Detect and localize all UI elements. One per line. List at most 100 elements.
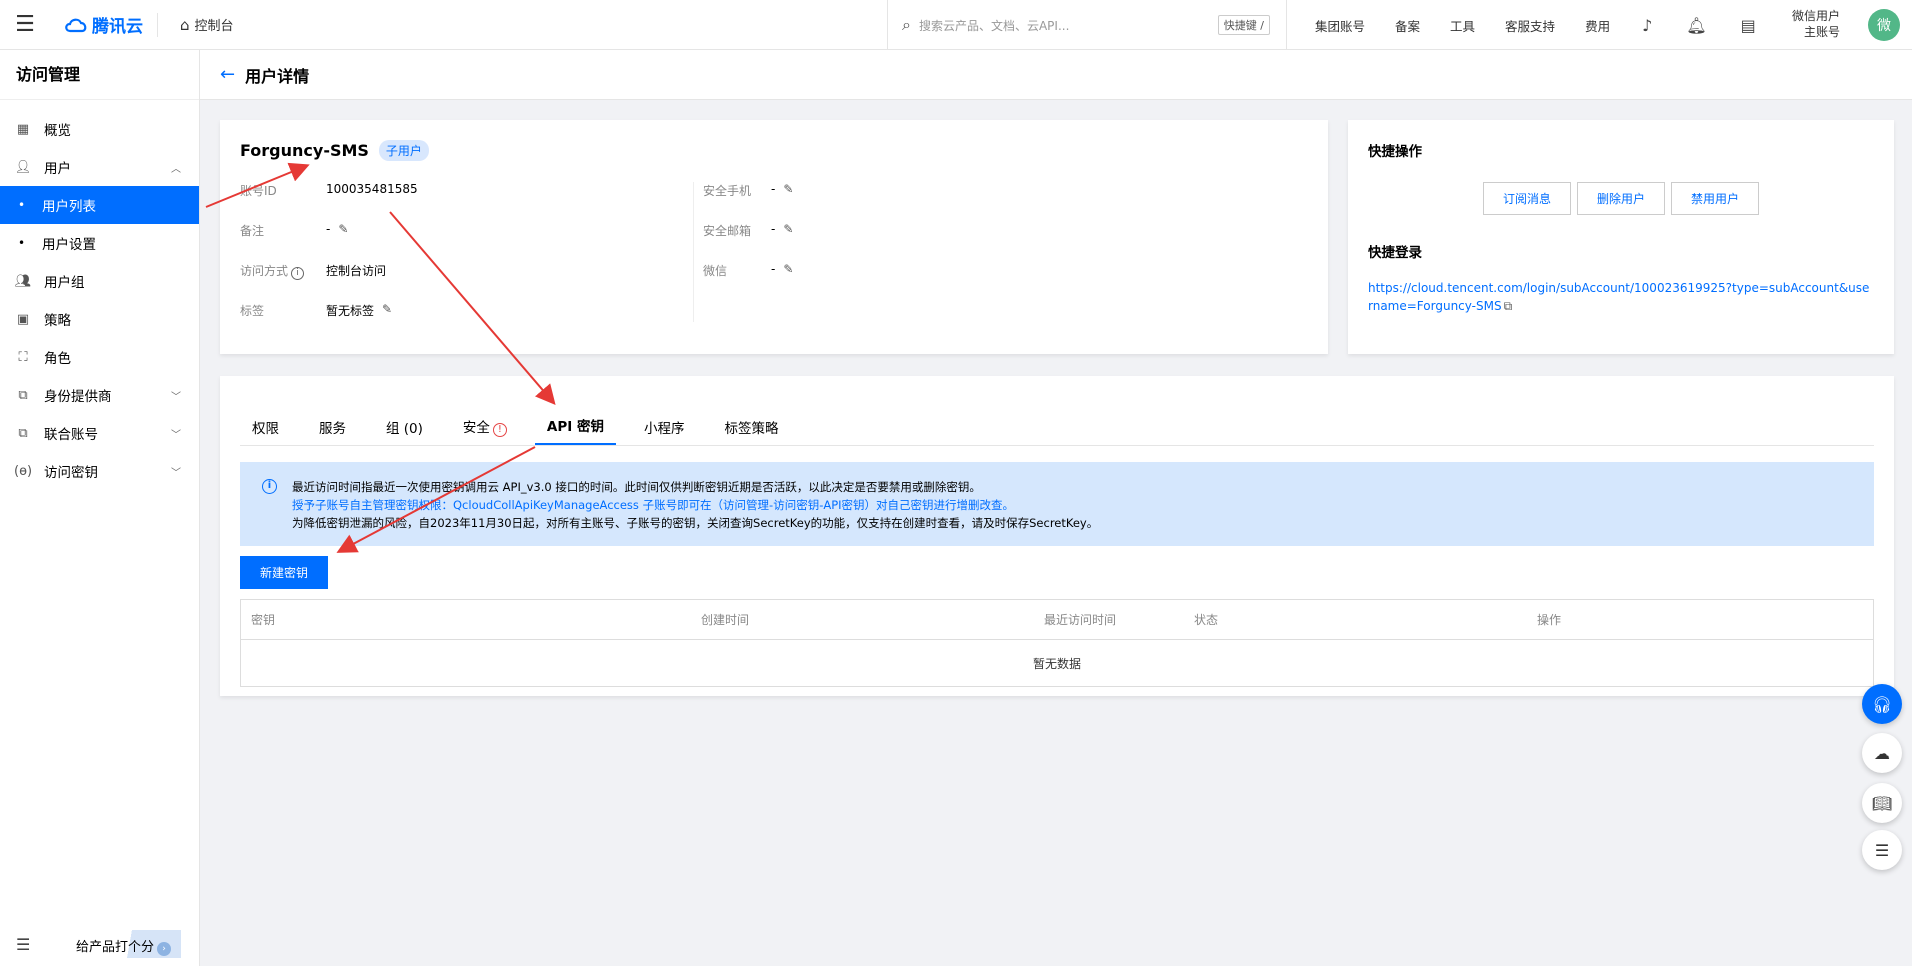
quick-login-title: 快捷登录 <box>1368 245 1422 261</box>
notice-line-3: 为降低密钥泄漏的风险，自2023年11月30日起，对所有主账号、子账号的密钥，关… <box>292 516 1099 530</box>
sidebar-item-label: 角色 <box>44 351 71 367</box>
sidebar-item-label: 访问密钥 <box>44 465 98 481</box>
warning-icon: ! <box>492 423 507 437</box>
sidebar-item-overview[interactable]: ▦ 概览 <box>0 110 199 148</box>
collapse-icon[interactable]: ☰ <box>16 935 30 954</box>
sidebar: 访问管理 ▦ 概览 👤︎ 用户 ︿ • 用户列表 • 用户设置 👥︎ 用户组 ▣ 策略 ⛶ 角色… <box>0 50 200 966</box>
tab-permissions[interactable]: 权限 <box>240 417 291 445</box>
account-id-label: 账号ID <box>240 184 277 198</box>
sidebar-item-user-groups[interactable]: 👥︎ 用户组 <box>0 262 199 300</box>
tab-tag-policy[interactable]: 标签策略 <box>713 417 791 445</box>
search-bar[interactable]: ⌕ 搜索云产品、文档、云API... 快捷键 / <box>887 0 1287 50</box>
list-icon[interactable]: ☰ <box>1862 830 1902 870</box>
sidebar-item-label: 策略 <box>44 313 71 329</box>
home-icon: ⌂ <box>180 15 190 34</box>
policy-icon: ▣ <box>16 311 30 327</box>
edit-remark-icon[interactable]: ✎ <box>338 222 348 236</box>
sidebar-item-label: 联合账号 <box>44 427 98 443</box>
back-arrow-icon[interactable]: ← <box>220 64 235 85</box>
nav-group-account[interactable]: 集团账号 <box>1315 16 1365 35</box>
tab-groups[interactable]: 组 (0) <box>374 417 435 445</box>
nav-icp[interactable]: 备案 <box>1395 16 1420 35</box>
tab-services[interactable]: 服务 <box>307 417 358 445</box>
access-label: 访问方式 i <box>240 262 326 280</box>
rate-label: 给产品打个分 <box>76 940 155 955</box>
nav-tools[interactable]: 工具 <box>1450 16 1475 35</box>
console-link[interactable]: ⌂ 控制台 <box>158 15 234 35</box>
rate-icon: › <box>157 942 172 956</box>
sidebar-item-users[interactable]: 👤︎ 用户 ︿ <box>0 148 199 186</box>
sidebar-item-label: 用户设置 <box>42 237 96 253</box>
chevron-up-icon: ︿ <box>171 163 181 175</box>
sidebar-item-user-settings[interactable]: • 用户设置 <box>0 224 199 262</box>
nav-support[interactable]: 客服支持 <box>1505 16 1555 35</box>
tab-api-keys[interactable]: API 密钥 <box>534 415 616 445</box>
top-nav: 集团账号 备案 工具 客服支持 费用 ♪ 🔔︎ ▤ <box>1300 0 1773 50</box>
nav-billing[interactable]: 费用 <box>1585 16 1610 35</box>
cloud-logo-icon <box>65 18 87 32</box>
table-header: 密钥 创建时间 最近访问时间 状态 操作 <box>241 600 1873 640</box>
federated-icon: ⧉ <box>18 425 28 441</box>
tags-value: 暂无标签 <box>326 304 375 318</box>
col-key: 密钥 <box>251 613 276 627</box>
bell-icon[interactable]: 🔔︎ <box>1686 16 1706 35</box>
sidebar-item-policies[interactable]: ▣ 策略 <box>0 300 199 338</box>
sidebar-item-user-list[interactable]: • 用户列表 <box>0 186 199 224</box>
menu-icon[interactable]: ☰ <box>0 0 50 50</box>
rate-product-button[interactable]: 给产品打个分 › <box>66 930 182 958</box>
new-key-button[interactable]: 新建密钥 <box>240 556 329 589</box>
col-actions: 操作 <box>1537 613 1562 627</box>
edit-tags-icon[interactable]: ✎ <box>382 302 392 316</box>
delete-user-button[interactable]: 删除用户 <box>1576 182 1665 215</box>
chevron-down-icon: ﹀ <box>171 467 181 479</box>
cart-icon[interactable]: ▤ <box>1741 16 1756 35</box>
page-header: ← 用户详情 <box>200 50 1912 100</box>
shortcut-badge: 快捷键 / <box>1217 15 1270 35</box>
email-label: 安全邮箱 <box>703 224 752 238</box>
empty-state: 暂无数据 <box>1032 656 1081 671</box>
brand-logo[interactable]: 腾讯云 <box>50 12 158 37</box>
notice-line-1: 最近访问时间指最近一次使用密钥调用云 API_v3.0 接口的时间。此时间仅供判… <box>292 480 981 494</box>
user-name-title: Forguncy-SMS <box>240 141 369 160</box>
search-icon: ⌕ <box>902 15 911 34</box>
headset-icon[interactable]: 🎧︎ <box>1862 684 1902 724</box>
tab-security[interactable]: 安全! <box>451 416 519 445</box>
sidebar-item-idp[interactable]: ⧉ 身份提供商 ﹀ <box>0 376 199 414</box>
sidebar-item-label: 身份提供商 <box>44 389 112 405</box>
tags-label: 标签 <box>240 304 265 318</box>
music-icon[interactable]: ♪ <box>1642 16 1652 35</box>
search-placeholder: 搜索云产品、文档、云API... <box>918 18 1070 33</box>
info-icon[interactable]: i <box>291 267 305 280</box>
wechat-label: 微信 <box>703 264 728 278</box>
sidebar-item-roles[interactable]: ⛶ 角色 <box>0 338 199 376</box>
avatar[interactable]: 微 <box>1868 9 1900 41</box>
copy-icon[interactable]: ⧉ <box>1504 299 1513 313</box>
wechat-value: - <box>771 262 776 276</box>
user-menu[interactable]: 微信用户 主账号 <box>1792 8 1840 40</box>
login-url-link[interactable]: https://cloud.tencent.com/login/subAccou… <box>1368 281 1869 313</box>
email-value: - <box>771 222 776 236</box>
role-icon: ⛶ <box>18 349 28 365</box>
console-label: 控制台 <box>194 19 234 34</box>
sidebar-item-access-keys[interactable]: (ɵ) 访问密钥 ﹀ <box>0 452 199 490</box>
edit-email-icon[interactable]: ✎ <box>783 222 793 236</box>
idp-icon: ⧉ <box>18 387 28 403</box>
col-last-access: 最近访问时间 <box>1044 613 1117 627</box>
sidebar-title: 访问管理 <box>0 50 199 100</box>
sidebar-item-federated[interactable]: ⧉ 联合账号 ﹀ <box>0 414 199 452</box>
book-icon[interactable]: 📖︎ <box>1862 783 1902 823</box>
tab-bar: 权限 服务 组 (0) 安全! API 密钥 小程序 标签策略 <box>240 394 1874 446</box>
account-id-value: 100035481585 <box>326 182 418 196</box>
user-type-badge: 子用户 <box>378 140 429 161</box>
subscribe-button[interactable]: 订阅消息 <box>1482 182 1571 215</box>
edit-phone-icon[interactable]: ✎ <box>783 182 793 196</box>
access-label-text: 访问方式 <box>240 264 289 278</box>
edit-wechat-icon[interactable]: ✎ <box>783 262 793 276</box>
bullet-icon: • <box>18 236 26 250</box>
disable-user-button[interactable]: 禁用用户 <box>1671 182 1760 215</box>
tab-mini-program[interactable]: 小程序 <box>632 417 697 445</box>
tab-security-label: 安全 <box>462 420 490 436</box>
notice-line-2[interactable]: 授予子账号自主管理密钥权限：QcloudCollApiKeyManageAcce… <box>292 496 1854 514</box>
phone-label: 安全手机 <box>703 184 752 198</box>
cloud-user-icon[interactable]: ☁ <box>1862 733 1902 773</box>
